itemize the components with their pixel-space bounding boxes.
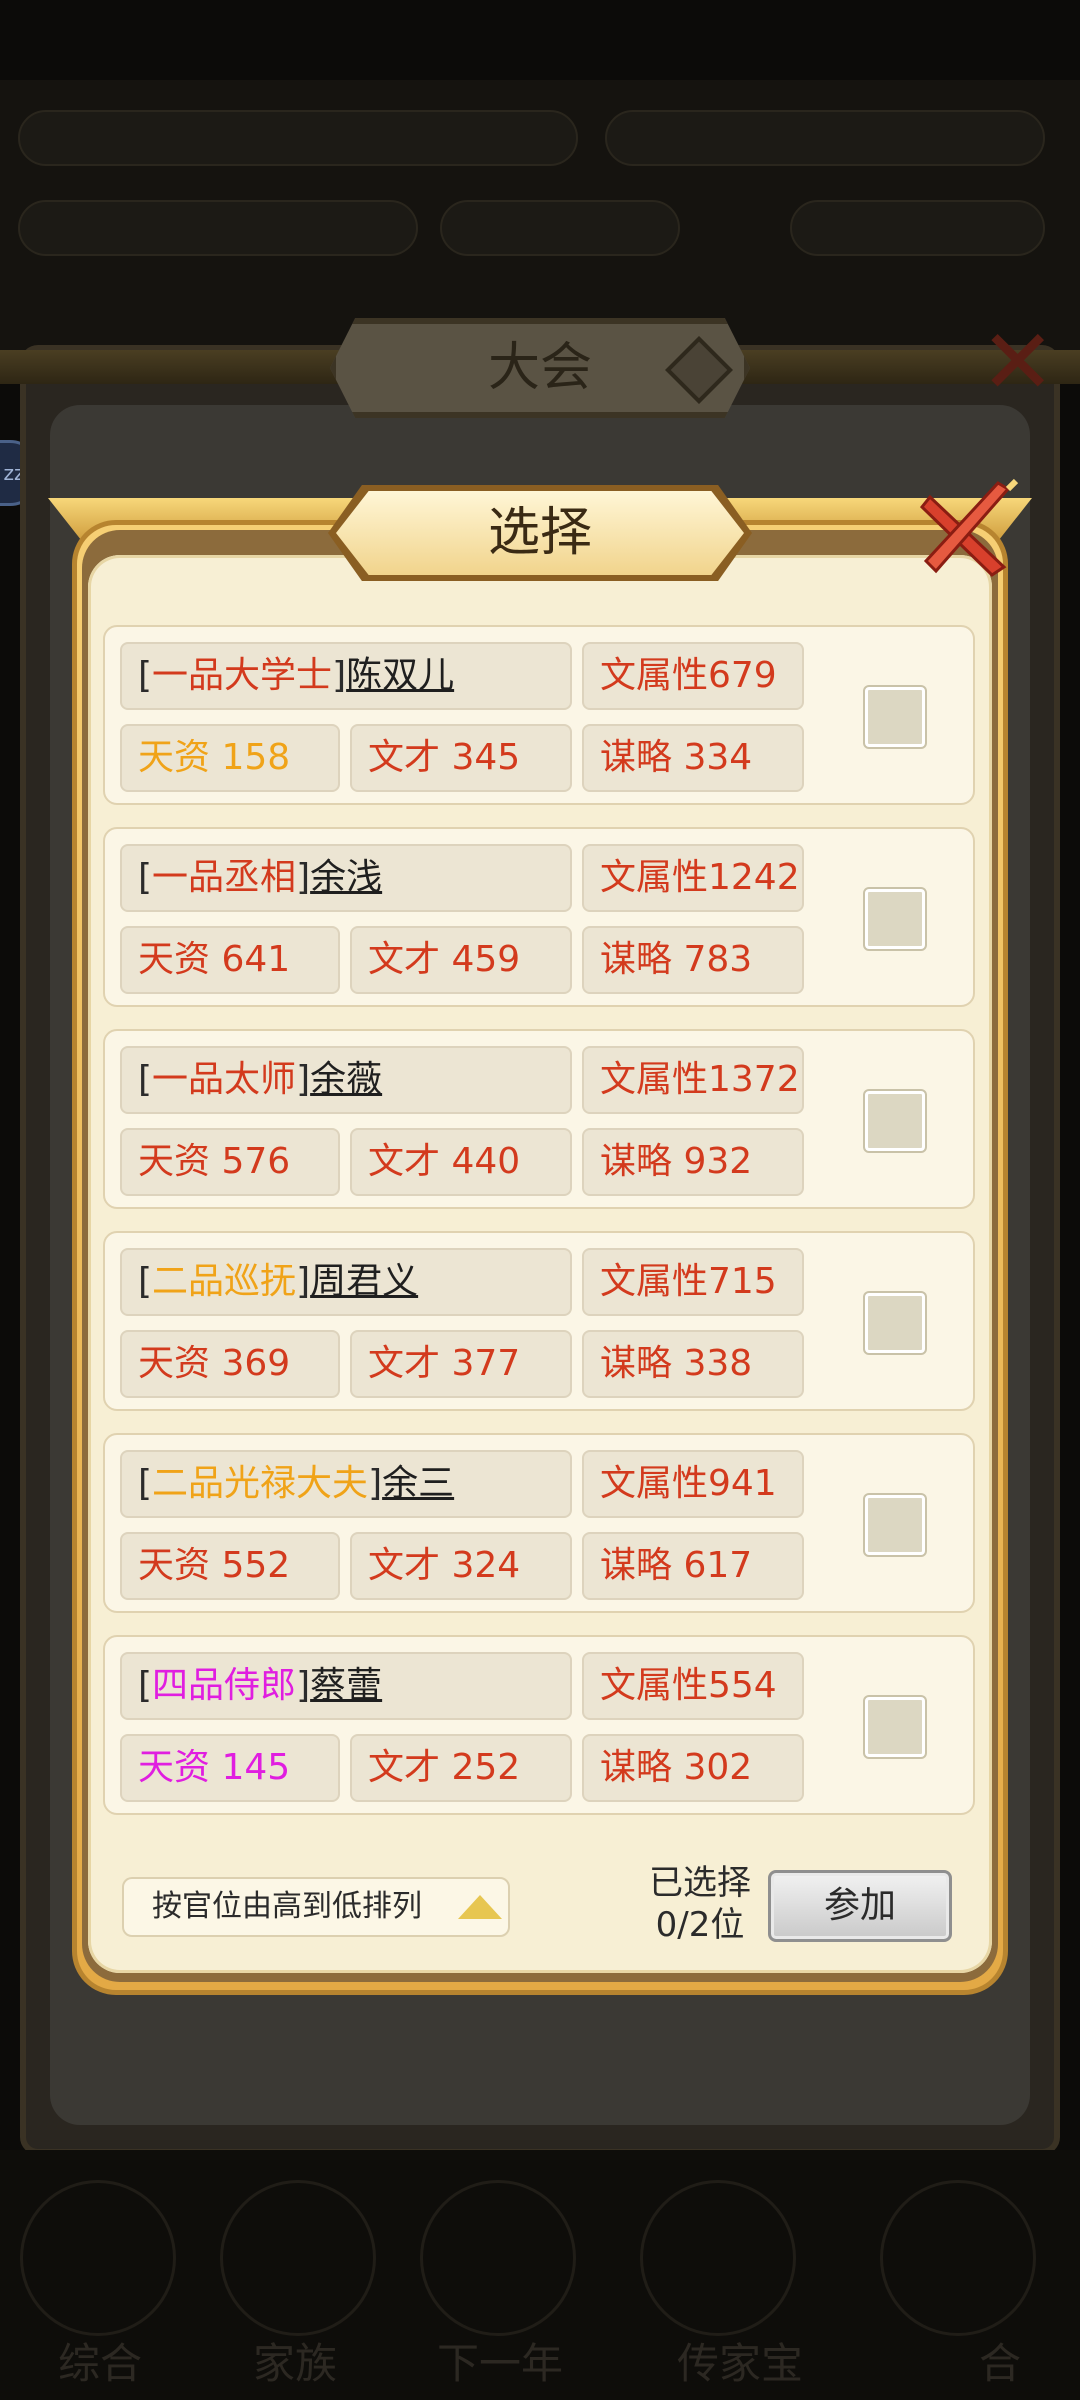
join-button[interactable]: 参加 bbox=[768, 1870, 952, 1942]
nav-item-family: 家族 bbox=[252, 2339, 337, 2388]
candidate-card[interactable]: [一品丞相]余浅 文属性1242 天资 641 文才 459 谋略 783 bbox=[103, 827, 975, 1007]
close-icon[interactable] bbox=[912, 475, 1022, 585]
candidate-name-cell[interactable]: [一品太师]余薇 bbox=[120, 1046, 572, 1114]
candidate-talent: 天资 552 bbox=[120, 1532, 340, 1600]
nav-item-general: 综合 bbox=[57, 2339, 142, 2388]
nav-circle bbox=[420, 2180, 576, 2336]
candidate-strategy: 谋略 334 bbox=[582, 724, 804, 792]
bracket-close: ] bbox=[296, 1665, 311, 1706]
nav-circle bbox=[880, 2180, 1036, 2336]
candidate-literary-talent: 文才 252 bbox=[350, 1734, 572, 1802]
candidate-name-link[interactable]: 蔡蕾 bbox=[310, 1665, 382, 1706]
candidate-name-cell[interactable]: [二品光禄大夫]余三 bbox=[120, 1450, 572, 1518]
candidate-name-link[interactable]: 周君义 bbox=[310, 1261, 418, 1302]
candidate-card[interactable]: [四品侍郎]蔡蕾 文属性554 天资 145 文才 252 谋略 302 bbox=[103, 1635, 975, 1815]
candidate-name-link[interactable]: 余三 bbox=[382, 1463, 454, 1504]
select-checkbox[interactable] bbox=[865, 1495, 925, 1555]
bracket-open: [ bbox=[138, 1261, 153, 1302]
background-info-pill bbox=[440, 200, 680, 256]
outer-close-icon[interactable]: ✕ bbox=[980, 318, 1055, 408]
background-info-pill bbox=[790, 200, 1045, 256]
select-checkbox[interactable] bbox=[865, 1293, 925, 1353]
selected-count: 已选择 0/2位 bbox=[630, 1862, 770, 1946]
selected-value: 0/2位 bbox=[655, 1905, 745, 1945]
candidate-literary-talent: 文才 324 bbox=[350, 1532, 572, 1600]
candidate-strategy: 谋略 783 bbox=[582, 926, 804, 994]
candidate-name-cell[interactable]: [四品侍郎]蔡蕾 bbox=[120, 1652, 572, 1720]
candidate-literary-talent: 文才 459 bbox=[350, 926, 572, 994]
candidate-literary-talent: 文才 440 bbox=[350, 1128, 572, 1196]
bracket-open: [ bbox=[138, 1463, 153, 1504]
candidate-card[interactable]: [一品大学士]陈双儿 文属性679 天资 158 文才 345 谋略 334 bbox=[103, 625, 975, 805]
candidate-rank: 一品太师 bbox=[152, 1059, 297, 1100]
candidate-rank: 二品巡抚 bbox=[152, 1261, 297, 1302]
candidate-name-cell[interactable]: [二品巡抚]周君义 bbox=[120, 1248, 572, 1316]
candidate-attribute: 文属性941 bbox=[582, 1450, 804, 1518]
background-info-pill bbox=[605, 110, 1045, 166]
bracket-close: ] bbox=[296, 857, 311, 898]
bracket-open: [ bbox=[138, 1059, 153, 1100]
nav-circle bbox=[20, 2180, 176, 2336]
candidate-name-cell[interactable]: [一品大学士]陈双儿 bbox=[120, 642, 572, 710]
bracket-open: [ bbox=[138, 655, 153, 696]
bracket-close: ] bbox=[296, 1261, 311, 1302]
dialog-title: 选择 bbox=[487, 503, 592, 563]
nav-item-more: 合 bbox=[978, 2339, 1021, 2388]
background-info-pill bbox=[18, 200, 418, 256]
candidate-card[interactable]: [二品巡抚]周君义 文属性715 天资 369 文才 377 谋略 338 bbox=[103, 1231, 975, 1411]
candidate-rank: 一品大学士 bbox=[152, 655, 333, 696]
candidate-list[interactable]: [一品大学士]陈双儿 文属性679 天资 158 文才 345 谋略 334 [一品丞相]… bbox=[103, 625, 977, 1835]
select-checkbox[interactable] bbox=[865, 1091, 925, 1151]
select-checkbox[interactable] bbox=[865, 1697, 925, 1757]
candidate-strategy: 谋略 617 bbox=[582, 1532, 804, 1600]
candidate-attribute: 文属性715 bbox=[582, 1248, 804, 1316]
candidate-strategy: 谋略 338 bbox=[582, 1330, 804, 1398]
candidate-talent: 天资 576 bbox=[120, 1128, 340, 1196]
candidate-name-link[interactable]: 余薇 bbox=[310, 1059, 382, 1100]
candidate-literary-talent: 文才 345 bbox=[350, 724, 572, 792]
candidate-rank: 二品光禄大夫 bbox=[152, 1463, 369, 1504]
sort-label: 按官位由高到低排列 bbox=[152, 1889, 422, 1924]
nav-item-heirloom: 传家宝 bbox=[676, 2339, 803, 2388]
nav-circle bbox=[640, 2180, 796, 2336]
candidate-talent: 天资 369 bbox=[120, 1330, 340, 1398]
select-checkbox[interactable] bbox=[865, 687, 925, 747]
candidate-attribute: 文属性1242 bbox=[582, 844, 804, 912]
candidate-name-cell[interactable]: [一品丞相]余浅 bbox=[120, 844, 572, 912]
nav-item-next-year: 下一年 bbox=[436, 2339, 563, 2388]
candidate-attribute: 文属性554 bbox=[582, 1652, 804, 1720]
candidate-name-link[interactable]: 余浅 bbox=[310, 857, 382, 898]
bracket-open: [ bbox=[138, 1665, 153, 1706]
candidate-talent: 天资 145 bbox=[120, 1734, 340, 1802]
candidate-name-link[interactable]: 陈双儿 bbox=[346, 655, 454, 696]
candidate-talent: 天资 158 bbox=[120, 724, 340, 792]
candidate-rank: 一品丞相 bbox=[152, 857, 297, 898]
candidate-attribute: 文属性679 bbox=[582, 642, 804, 710]
sort-arrow-icon bbox=[458, 1895, 502, 1919]
nav-circle bbox=[220, 2180, 376, 2336]
candidate-talent: 天资 641 bbox=[120, 926, 340, 994]
sort-button[interactable]: 按官位由高到低排列 bbox=[122, 1877, 510, 1937]
select-checkbox[interactable] bbox=[865, 889, 925, 949]
candidate-rank: 四品侍郎 bbox=[152, 1665, 297, 1706]
candidate-strategy: 谋略 302 bbox=[582, 1734, 804, 1802]
candidate-card[interactable]: [二品光禄大夫]余三 文属性941 天资 552 文才 324 谋略 617 bbox=[103, 1433, 975, 1613]
background-info-pill bbox=[18, 110, 578, 166]
candidate-literary-talent: 文才 377 bbox=[350, 1330, 572, 1398]
bracket-close: ] bbox=[296, 1059, 311, 1100]
bracket-close: ] bbox=[332, 655, 347, 696]
selected-label: 已选择 bbox=[649, 1863, 751, 1903]
candidate-card[interactable]: [一品太师]余薇 文属性1372 天资 576 文才 440 谋略 932 bbox=[103, 1029, 975, 1209]
bracket-open: [ bbox=[138, 857, 153, 898]
bracket-close: ] bbox=[368, 1463, 383, 1504]
candidate-strategy: 谋略 932 bbox=[582, 1128, 804, 1196]
candidate-attribute: 文属性1372 bbox=[582, 1046, 804, 1114]
